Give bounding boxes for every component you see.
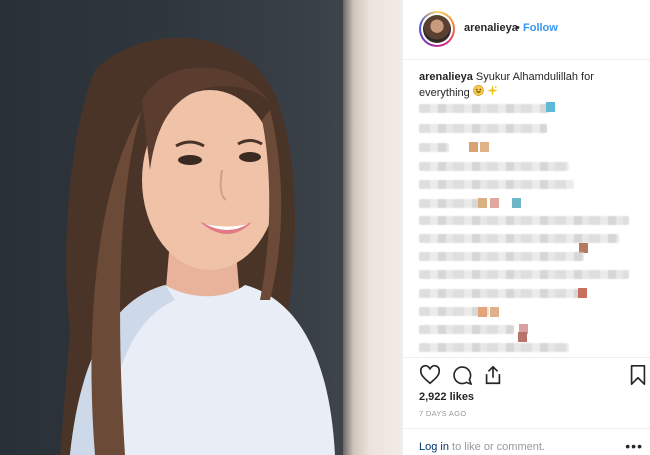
instagram-post: arenalieya • Follow arenalieya Syukur Al… <box>0 0 650 455</box>
post-caption: arenalieya Syukur Alhamdulillah for ever… <box>419 70 639 101</box>
header-separator: • <box>516 22 520 34</box>
sparkles-emoji <box>486 85 498 101</box>
like-count[interactable]: 2,922 likes <box>419 391 474 403</box>
login-prompt-text: to like or comment. <box>448 441 545 453</box>
avatar[interactable] <box>419 11 455 47</box>
caption-username[interactable]: arenalieya <box>419 71 473 83</box>
post-header: arenalieya • Follow <box>403 0 650 60</box>
action-bar <box>403 357 650 388</box>
share-upload-icon[interactable] <box>482 364 504 386</box>
login-link[interactable]: Log in <box>419 441 449 453</box>
comment-bubble-icon[interactable] <box>451 364 473 386</box>
more-options-icon[interactable]: ••• <box>625 438 643 454</box>
follow-button[interactable]: Follow <box>523 22 558 34</box>
portrait-illustration <box>60 38 335 455</box>
post-timestamp[interactable]: 7 DAYS AGO <box>419 409 466 418</box>
login-prompt: Log in to like or comment. <box>419 441 545 453</box>
comment-footer: Log in to like or comment. ••• <box>403 428 650 455</box>
heart-icon[interactable] <box>419 364 441 386</box>
grinning-face-emoji <box>473 85 484 101</box>
post-photo[interactable] <box>0 0 402 455</box>
header-username[interactable]: arenalieya <box>464 22 518 34</box>
bookmark-icon[interactable] <box>627 364 649 386</box>
post-side-panel: arenalieya • Follow arenalieya Syukur Al… <box>402 0 650 455</box>
